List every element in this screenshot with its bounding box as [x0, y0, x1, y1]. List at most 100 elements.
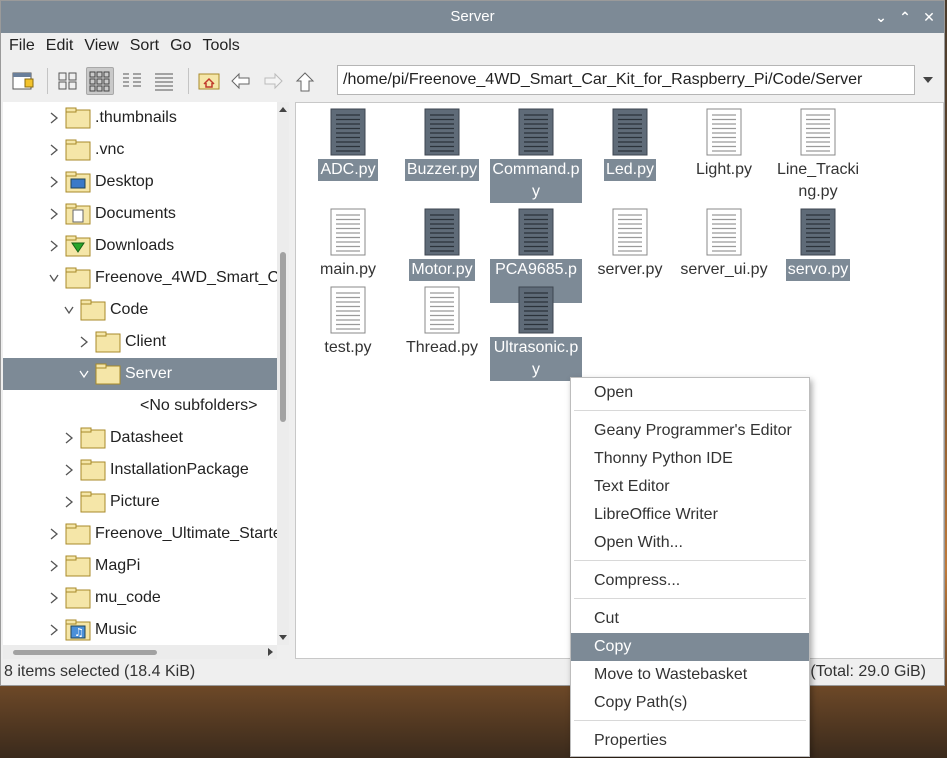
collapse-arrow-icon[interactable] [49, 272, 59, 284]
file-name: Buzzer.py [404, 159, 480, 181]
tree-item-label: .vnc [95, 141, 125, 158]
chevron-down-icon[interactable] [921, 73, 935, 87]
context-menu-item[interactable]: Open [571, 379, 809, 407]
expand-arrow-icon[interactable] [49, 240, 59, 252]
file-item[interactable]: Light.py [678, 107, 770, 181]
close-icon[interactable]: ✕ [922, 1, 936, 33]
expand-arrow-icon[interactable] [64, 464, 74, 476]
directory-tree[interactable]: .thumbnails .vnc Desktop Documents Downloads… [3, 102, 277, 645]
context-menu-item[interactable]: LibreOffice Writer [571, 501, 809, 529]
status-selection: 8 items selected (18.4 KiB) [4, 663, 196, 680]
home-button[interactable] [195, 67, 223, 95]
tree-item[interactable]: Freenove_4WD_Smart_Ca [3, 262, 277, 294]
scrollbar-thumb[interactable] [280, 252, 286, 422]
menu-edit[interactable]: Edit [42, 37, 81, 55]
context-menu-item[interactable]: Cut [571, 605, 809, 633]
scroll-right-icon[interactable] [265, 646, 275, 658]
folder-icon [65, 555, 91, 577]
forward-button[interactable] [259, 67, 287, 95]
menu-go[interactable]: Go [166, 37, 198, 55]
tree-item[interactable]: Documents [3, 198, 277, 230]
file-name: Ultrasonic.py [490, 337, 582, 381]
file-item[interactable]: Ultrasonic.py [490, 285, 582, 381]
expand-arrow-icon[interactable] [49, 592, 59, 604]
downloads-folder-icon [65, 235, 91, 257]
view-list-button[interactable] [150, 67, 178, 95]
file-item[interactable]: server.py [584, 207, 676, 281]
tree-horizontal-scrollbar[interactable] [3, 645, 277, 659]
tree-item[interactable]: Freenove_Ultimate_Starter [3, 518, 277, 550]
expand-arrow-icon[interactable] [49, 560, 59, 572]
title-bar[interactable]: Server ⌄ ⌃ ✕ [1, 1, 944, 33]
file-name: Led.py [603, 159, 657, 181]
tree-item[interactable]: .vnc [3, 134, 277, 166]
expand-arrow-icon[interactable] [49, 528, 59, 540]
back-button[interactable] [227, 67, 255, 95]
up-button[interactable] [291, 67, 319, 95]
file-item[interactable]: Line_Tracking.py [772, 107, 864, 203]
context-menu-item[interactable]: Properties [571, 727, 809, 755]
python-file-icon [424, 286, 460, 334]
expand-arrow-icon[interactable] [64, 496, 74, 508]
file-item[interactable]: Led.py [584, 107, 676, 181]
view-compact-button[interactable] [118, 67, 146, 95]
scroll-down-icon[interactable] [277, 633, 289, 643]
new-window-button[interactable] [9, 67, 37, 95]
context-menu-item[interactable]: Copy Path(s) [571, 689, 809, 717]
file-item[interactable]: main.py [302, 207, 394, 281]
tree-item[interactable]: Datasheet [3, 422, 277, 454]
file-item[interactable]: Thread.py [396, 285, 488, 359]
expand-arrow-icon[interactable] [64, 432, 74, 444]
tree-item[interactable]: ♫ Music [3, 614, 277, 645]
expand-arrow-icon[interactable] [49, 176, 59, 188]
tree-item[interactable]: mu_code [3, 582, 277, 614]
chevron-down-icon[interactable]: ⌄ [874, 1, 888, 33]
python-file-icon [800, 208, 836, 256]
tree-item[interactable]: .thumbnails [3, 102, 277, 134]
tree-item[interactable]: InstallationPackage [3, 454, 277, 486]
menu-sort[interactable]: Sort [126, 37, 166, 55]
tree-vertical-scrollbar[interactable] [277, 102, 289, 645]
context-menu-item[interactable]: Open With... [571, 529, 809, 557]
tree-item[interactable]: Client [3, 326, 277, 358]
expand-arrow-icon[interactable] [49, 112, 59, 124]
tree-item[interactable]: Downloads [3, 230, 277, 262]
menu-file[interactable]: File [5, 37, 42, 55]
expand-arrow-icon[interactable] [49, 208, 59, 220]
tree-item[interactable]: Picture [3, 486, 277, 518]
file-item[interactable]: servo.py [772, 207, 864, 281]
context-menu-item[interactable]: Copy [571, 633, 809, 661]
context-menu-item[interactable]: Geany Programmer's Editor [571, 417, 809, 445]
file-item[interactable]: test.py [302, 285, 394, 359]
collapse-arrow-icon[interactable] [64, 304, 74, 316]
file-item[interactable]: server_ui.py [678, 207, 770, 281]
path-input[interactable]: /home/pi/Freenove_4WD_Smart_Car_Kit_for_… [337, 65, 915, 95]
chevron-up-icon[interactable]: ⌃ [898, 1, 912, 33]
tree-item-label: Music [95, 621, 137, 638]
view-thumbnails-button[interactable] [86, 67, 114, 95]
folder-icon [95, 363, 121, 385]
menu-view[interactable]: View [80, 37, 125, 55]
context-menu-item[interactable]: Compress... [571, 567, 809, 595]
file-item[interactable]: ADC.py [302, 107, 394, 181]
expand-arrow-icon[interactable] [49, 144, 59, 156]
scrollbar-thumb[interactable] [13, 650, 157, 655]
context-menu-item[interactable]: Thonny Python IDE [571, 445, 809, 473]
file-name: Line_Tracking.py [776, 161, 860, 200]
expand-arrow-icon[interactable] [49, 624, 59, 636]
tree-item[interactable]: <No subfolders> [3, 390, 277, 422]
tree-item[interactable]: Desktop [3, 166, 277, 198]
scroll-up-icon[interactable] [277, 104, 289, 114]
context-menu-item[interactable]: Text Editor [571, 473, 809, 501]
menu-tools[interactable]: Tools [198, 37, 246, 55]
tree-item[interactable]: MagPi [3, 550, 277, 582]
tree-item[interactable]: Code [3, 294, 277, 326]
file-item[interactable]: Motor.py [396, 207, 488, 281]
expand-arrow-icon[interactable] [79, 336, 89, 348]
context-menu-item[interactable]: Move to Wastebasket [571, 661, 809, 689]
view-icons-button[interactable] [54, 67, 82, 95]
tree-item[interactable]: Server [3, 358, 277, 390]
collapse-arrow-icon[interactable] [79, 368, 89, 380]
file-item[interactable]: Buzzer.py [396, 107, 488, 181]
file-item[interactable]: Command.py [490, 107, 582, 203]
